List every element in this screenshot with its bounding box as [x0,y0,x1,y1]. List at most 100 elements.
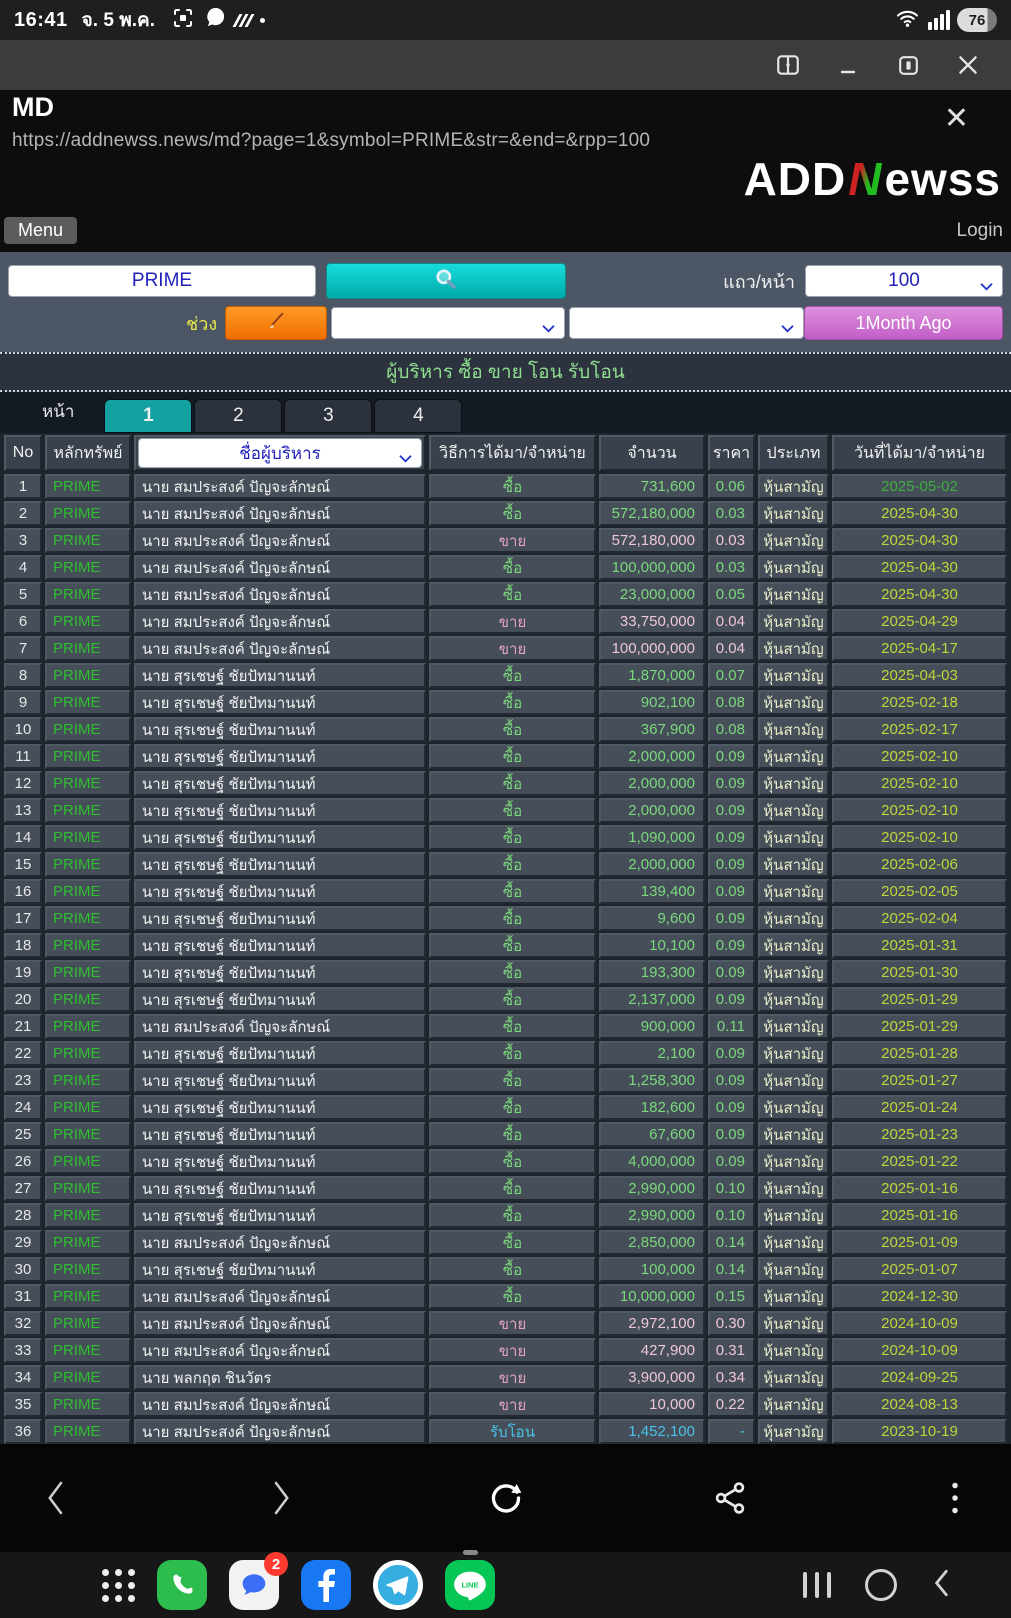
home-icon[interactable] [865,1569,897,1601]
cell-type: หุ้นสามัญ [758,1095,829,1120]
cell-price: 0.04 [708,636,755,661]
search-button[interactable] [326,263,566,299]
symbol-input[interactable] [8,265,316,297]
apps-grid-icon[interactable] [102,1568,135,1602]
cell-method: ขาย [429,1311,596,1336]
cell-type: หุ้นสามัญ [758,555,829,580]
cell-no: 9 [4,690,42,715]
cell-executive-name: นาย สุรเชษฐ์ ชัยปัทมานนท์ [134,960,426,985]
cell-symbol: PRIME [45,1149,131,1174]
cell-no: 13 [4,798,42,823]
cell-type: หุ้นสามัญ [758,1176,829,1201]
telegram-app-icon[interactable] [373,1560,423,1610]
cell-method: ซื้อ [429,933,596,958]
cell-type: หุ้นสามัญ [758,1230,829,1255]
cell-method: ซื้อ [429,582,596,607]
more-menu-icon[interactable] [933,1476,977,1520]
menu-button[interactable]: Menu [4,217,78,244]
header-method: วิธีการได้มา/จำหน่าย [429,435,596,471]
cell-symbol: PRIME [45,825,131,850]
page-button-4[interactable]: 4 [374,399,463,433]
table-row: 30 PRIME นาย สุรเชษฐ์ ชัยปัทมานนท์ ซื้อ 100,… [4,1257,1007,1282]
cell-amount: 33,750,000 [599,609,705,634]
cell-date: 2025-01-28 [832,1041,1007,1066]
close-page-icon[interactable]: ✕ [944,104,969,134]
cell-method: ซื้อ [429,960,596,985]
cell-price: 0.07 [708,663,755,688]
cell-type: หุ้นสามัญ [758,1338,829,1363]
page-button-3[interactable]: 3 [284,399,373,433]
cell-date: 2025-02-17 [832,717,1007,742]
cell-executive-name: นาย สมประสงค์ ปัญจะลักษณ์ [134,1284,426,1309]
page-button-2[interactable]: 2 [194,399,283,433]
cell-no: 4 [4,555,42,580]
table-row: 33 PRIME นาย สมประสงค์ ปัญจะลักษณ์ ขาย 427,9… [4,1338,1007,1363]
cell-amount: 572,180,000 [599,528,705,553]
cell-date: 2025-02-10 [832,825,1007,850]
back-icon[interactable] [34,1476,78,1520]
cell-method: ซื้อ [429,1176,596,1201]
share-icon[interactable] [708,1476,752,1520]
cell-no: 15 [4,852,42,877]
browser-nav-bar [0,1444,1011,1552]
nav-back-icon[interactable] [931,1568,953,1603]
cell-price: 0.10 [708,1176,755,1201]
line-app-icon[interactable]: LINE [445,1550,495,1610]
refresh-icon[interactable] [484,1476,528,1520]
cell-no: 35 [4,1392,42,1417]
executive-name-select[interactable]: ชื่อผู้บริหาร [138,438,422,468]
cell-amount: 2,850,000 [599,1230,705,1255]
cell-method: ขาย [429,636,596,661]
window-controls-bar [0,40,1011,90]
page-header: MD https://addnewss.news/md?page=1&symbo… [0,90,1011,252]
phone-app-icon[interactable] [157,1560,207,1610]
split-screen-icon[interactable] [773,50,803,80]
cell-type: หุ้นสามัญ [758,987,829,1012]
cell-symbol: PRIME [45,1068,131,1093]
cell-amount: 2,000,000 [599,852,705,877]
cell-type: หุ้นสามัญ [758,501,829,526]
cell-price: 0.09 [708,1149,755,1174]
range-start-select[interactable] [330,307,566,340]
cell-no: 19 [4,960,42,985]
rows-per-page-select[interactable]: 100 [805,265,1003,297]
logo-n-mark: N [848,153,883,205]
messages-app-icon[interactable]: 2 [229,1552,288,1610]
cell-no: 21 [4,1014,42,1039]
cell-price: 0.08 [708,690,755,715]
table-row: 3 PRIME นาย สมประสงค์ ปัญจะลักษณ์ ขาย 572,18… [4,528,1007,553]
messages-badge: 2 [264,1552,288,1576]
cell-amount: 2,990,000 [599,1176,705,1201]
cell-method: ซื้อ [429,1068,596,1093]
login-link[interactable]: Login [957,220,1004,242]
facebook-app-icon[interactable] [301,1560,351,1610]
range-end-select[interactable] [569,307,805,339]
recents-icon[interactable] [803,1572,831,1598]
minimize-icon[interactable] [833,50,863,80]
cell-amount: 2,100 [599,1041,705,1066]
cell-price: - [708,1419,755,1444]
cell-amount: 139,400 [599,879,705,904]
cell-executive-name: นาย สุรเชษฐ์ ชัยปัทมานนท์ [134,663,426,688]
cell-executive-name: นาย สมประสงค์ ปัญจะลักษณ์ [134,582,426,607]
cell-method: ขาย [429,528,596,553]
cell-type: หุ้นสามัญ [758,879,829,904]
cell-date: 2025-05-02 [832,474,1007,499]
forward-icon[interactable] [259,1476,303,1520]
cell-type: หุ้นสามัญ [758,933,829,958]
cell-type: หุ้นสามัญ [758,636,829,661]
one-month-ago-button[interactable]: 1Month Ago [804,306,1003,340]
close-window-icon[interactable] [953,50,983,80]
cell-date: 2025-04-30 [832,528,1007,553]
cell-type: หุ้นสามัญ [758,771,829,796]
chevron-down-icon [541,318,556,340]
clear-range-button[interactable] [225,306,327,340]
cell-no: 24 [4,1095,42,1120]
restore-window-icon[interactable] [893,50,923,80]
notification-dot-icon [259,17,265,23]
header-symbol: หลักทรัพย์ [45,435,131,471]
cell-price: 0.11 [708,1014,755,1039]
cell-executive-name: นาย สุรเชษฐ์ ชัยปัทมานนท์ [134,852,426,877]
page-button-1[interactable]: 1 [104,399,193,433]
cell-method: ขาย [429,1338,596,1363]
